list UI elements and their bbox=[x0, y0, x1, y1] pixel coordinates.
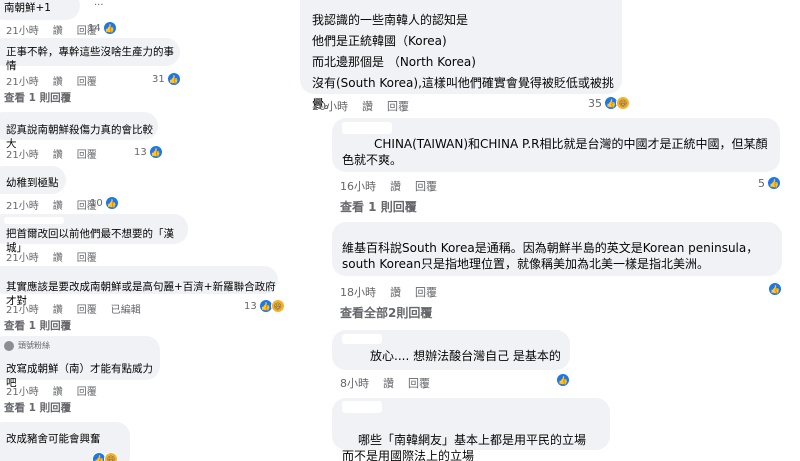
comment-actions: 21小時 讚 回覆 bbox=[6, 383, 97, 398]
comment-bubble: 我認識的一些南韓人的認知是 他們是正統韓國（Korea) 而北邊那個是 （Nor… bbox=[300, 0, 622, 111]
comment-bubble: 放心.... 想辦法酸台灣自己 是基本的 bbox=[332, 330, 570, 370]
reply-button[interactable]: 回覆 bbox=[408, 375, 430, 391]
haha-reaction-icon: 😆 bbox=[616, 96, 630, 110]
reaction-count[interactable]: 13 👍 bbox=[134, 145, 163, 159]
reaction-count[interactable]: 5 👍 bbox=[758, 176, 781, 190]
reply-button[interactable]: 回覆 bbox=[77, 383, 97, 398]
comment-actions: 8小時 讚 回覆 bbox=[340, 375, 430, 391]
more-options-icon[interactable]: ··· bbox=[94, 0, 104, 11]
comment-bubble: 頭號粉絲 改寫成朝鮮（南）才能有點威力吧 bbox=[0, 336, 160, 389]
comment-time: 18小時 bbox=[340, 286, 376, 299]
reaction-count[interactable]: 👍 bbox=[768, 282, 782, 296]
reply-button[interactable]: 回覆 bbox=[415, 284, 437, 300]
comment-actions: 18小時 讚 回覆 bbox=[340, 284, 437, 300]
author-name[interactable] bbox=[342, 401, 382, 413]
left-comment-panel: 南朝鮮+1 ··· 21小時 讚 回覆 14 👍 正事不幹，專幹這些沒啥生產力的… bbox=[0, 0, 300, 461]
comment-bubble: CHINA(TAIWAN)和CHINA P.R相比就是台灣的中國才是正統中國，但… bbox=[332, 118, 780, 172]
comment-text: 維基百科說South Korea是通稱。因為朝鮮半島的英文是Korean pen… bbox=[342, 241, 759, 271]
comment-time: 21小時 bbox=[6, 201, 39, 212]
like-button[interactable]: 讚 bbox=[53, 73, 63, 88]
top-fan-icon bbox=[4, 340, 14, 351]
view-replies-link[interactable]: 查看全部2則回覆 bbox=[340, 304, 432, 321]
like-button[interactable]: 讚 bbox=[53, 249, 63, 264]
comment-text: 南朝鮮+1 bbox=[4, 2, 51, 14]
view-replies-link[interactable]: 查看 1 則回覆 bbox=[4, 90, 71, 105]
comment-bubble: 幼稚到極點 bbox=[0, 166, 66, 194]
comment-actions: 21小時 讚 回覆 bbox=[6, 249, 97, 264]
like-button[interactable]: 讚 bbox=[390, 284, 401, 300]
author-name[interactable] bbox=[342, 122, 392, 134]
reaction-count[interactable]: 13 👍 😆 bbox=[244, 299, 285, 313]
comment-actions: 21小時 讚 回覆 已編輯 bbox=[6, 301, 141, 316]
view-replies-link[interactable]: 查看 1 則回覆 bbox=[4, 400, 71, 415]
reaction-count[interactable]: 👍 bbox=[556, 373, 570, 387]
like-reaction-icon: 👍 bbox=[768, 282, 782, 296]
like-button[interactable]: 讚 bbox=[53, 22, 63, 37]
like-button[interactable]: 讚 bbox=[53, 197, 63, 212]
haha-reaction-icon: 😆 bbox=[270, 299, 285, 313]
right-comment-panel: 我認識的一些南韓人的認知是 他們是正統韓國（Korea) 而北邊那個是 （Nor… bbox=[300, 0, 800, 461]
comment-text: 改成豬舍可能會興奮 bbox=[6, 433, 101, 445]
like-button[interactable]: 讚 bbox=[390, 178, 401, 194]
comment-actions: 21小時 讚 回覆 bbox=[6, 146, 97, 161]
reaction-count[interactable]: 10 👍 bbox=[90, 196, 119, 210]
reply-button[interactable]: 回覆 bbox=[77, 301, 97, 316]
comment-actions: 21小時 讚 回覆 bbox=[6, 73, 97, 88]
comment-time: 21小時 bbox=[6, 26, 39, 37]
comment-time: 21小時 bbox=[6, 305, 39, 316]
haha-reaction-icon: 😆 bbox=[104, 452, 118, 461]
comment-text: 放心.... 想辦法酸台灣自己 是基本的 bbox=[370, 349, 561, 363]
like-reaction-icon: 👍 bbox=[148, 145, 163, 159]
comment-time: 21小時 bbox=[6, 150, 39, 161]
like-button[interactable]: 讚 bbox=[362, 98, 373, 114]
comment-text: 哪些「南韓網友」基本上都是用平民的立場 而不是用國際法上的立場 bbox=[342, 433, 587, 461]
view-replies-link[interactable]: 查看 1 則回覆 bbox=[4, 318, 71, 333]
reply-button[interactable]: 回覆 bbox=[77, 249, 97, 264]
comment-time: 21小時 bbox=[6, 253, 39, 264]
reply-button[interactable]: 回覆 bbox=[77, 146, 97, 161]
like-button[interactable]: 讚 bbox=[53, 383, 63, 398]
reaction-count[interactable]: 👍 😆 bbox=[92, 452, 118, 461]
comment-actions: 21小時 讚 回覆 bbox=[6, 22, 97, 37]
top-fan-badge: 頭號粉絲 bbox=[4, 340, 50, 351]
reaction-count[interactable]: 14 👍 bbox=[88, 21, 117, 35]
comment-bubble: 南朝鮮+1 bbox=[0, 0, 80, 20]
comment-bubble: 把首爾改回以前他們最不想要的「漢城」 bbox=[0, 214, 188, 254]
comment-actions: 16小時 讚 回覆 bbox=[340, 178, 437, 194]
comment-bubble: 其實應該是要改成南朝鮮或是高句麗+百濟+新羅聯合政府才對 bbox=[0, 266, 278, 307]
like-button[interactable]: 讚 bbox=[53, 301, 63, 316]
comment-bubble: 認真說南朝鮮殺傷力真的會比較大 bbox=[0, 112, 158, 150]
reply-button[interactable]: 回覆 bbox=[387, 98, 409, 114]
reply-button[interactable]: 回覆 bbox=[77, 73, 97, 88]
like-reaction-icon: 👍 bbox=[767, 176, 781, 190]
comment-bubble: 維基百科說South Korea是通稱。因為朝鮮半島的英文是Korean pen… bbox=[332, 222, 782, 276]
comment-time: 8小時 bbox=[340, 377, 369, 390]
comment-time: 20小時 bbox=[312, 100, 348, 113]
comment-bubble: 正事不幹，專幹這些沒啥生產力的事情 bbox=[0, 38, 180, 72]
comment-time: 21小時 bbox=[6, 387, 39, 398]
comment-text: CHINA(TAIWAN)和CHINA P.R相比就是台灣的中國才是正統中國，但… bbox=[342, 137, 768, 167]
comment-time: 21小時 bbox=[6, 77, 39, 88]
comment-text: 幼稚到極點 bbox=[6, 177, 59, 189]
view-replies-link[interactable]: 查看 1 則回覆 bbox=[340, 198, 417, 215]
like-reaction-icon: 👍 bbox=[166, 72, 181, 86]
comment-text: 正事不幹，專幹這些沒啥生產力的事情 bbox=[6, 46, 174, 72]
comment-actions: 20小時 讚 回覆 bbox=[312, 98, 409, 114]
reaction-count[interactable]: 35 👍 😆 bbox=[588, 96, 630, 110]
author-name[interactable] bbox=[4, 217, 64, 224]
like-reaction-icon: 👍 bbox=[104, 196, 119, 210]
like-button[interactable]: 讚 bbox=[383, 375, 394, 391]
like-reaction-icon: 👍 bbox=[102, 21, 117, 35]
comment-actions: 21小時 讚 回覆 bbox=[6, 197, 97, 212]
like-button[interactable]: 讚 bbox=[53, 146, 63, 161]
author-name[interactable] bbox=[342, 334, 382, 344]
comment-time: 16小時 bbox=[340, 180, 376, 193]
comment-bubble: 哪些「南韓網友」基本上都是用平民的立場 而不是用國際法上的立場 bbox=[332, 398, 610, 461]
reply-button[interactable]: 回覆 bbox=[415, 178, 437, 194]
edited-label: 已編輯 bbox=[110, 305, 141, 316]
reaction-count[interactable]: 31 👍 bbox=[152, 72, 181, 86]
like-reaction-icon: 👍 bbox=[556, 373, 570, 387]
